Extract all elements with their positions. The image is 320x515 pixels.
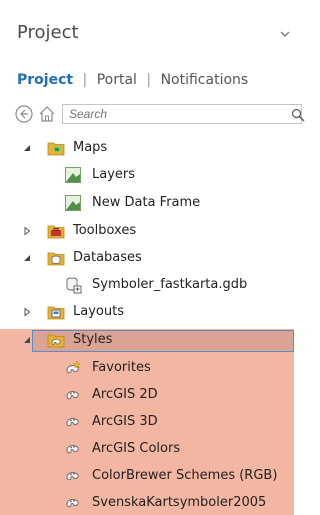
chevron-down-icon[interactable]: [280, 30, 290, 38]
geodatabase-icon: [66, 277, 82, 294]
panel-title: Project: [17, 22, 79, 43]
tree-item-label: Toolboxes: [73, 223, 137, 238]
expanded-triangle-icon[interactable]: [22, 143, 32, 153]
tab-separator: |: [82, 72, 88, 88]
tree-item-toolboxes[interactable]: Toolboxes: [0, 219, 294, 243]
tree-item-label: Styles: [73, 332, 113, 347]
database-folder-icon: [47, 252, 65, 266]
tree-item-colorbrewer[interactable]: ColorBrewer Schemes (RGB): [0, 464, 294, 488]
favorites-style-icon: [66, 360, 82, 374]
search-icon[interactable]: [291, 108, 305, 122]
style-palette-icon: [66, 391, 79, 400]
map-icon: [65, 167, 81, 183]
tree-item-maps[interactable]: Maps: [0, 136, 294, 160]
layouts-folder-icon: [47, 306, 65, 320]
collapsed-triangle-icon[interactable]: [22, 307, 32, 317]
tree-item-new-data-frame[interactable]: New Data Frame: [0, 191, 294, 215]
tree-item-label: ArcGIS Colors: [92, 441, 181, 456]
tree-item-styles[interactable]: Styles: [0, 328, 294, 352]
tree-item-label: ArcGIS 3D: [92, 414, 158, 429]
tree-item-layouts[interactable]: Layouts: [0, 300, 294, 324]
style-palette-icon: [66, 445, 79, 454]
styles-folder-icon: [47, 334, 65, 348]
tree-item-databases[interactable]: Databases: [0, 246, 294, 270]
style-palette-icon: [66, 499, 79, 508]
tree-item-label: Layouts: [73, 304, 124, 319]
tree-item-arcgis-2d[interactable]: ArcGIS 2D: [0, 383, 294, 407]
tree-item-arcgis-3d[interactable]: ArcGIS 3D: [0, 410, 294, 434]
tree-item-layers[interactable]: Layers: [0, 163, 294, 187]
back-arrow-icon[interactable]: [14, 104, 34, 124]
tree-item-geodatabase[interactable]: Symboler_fastkarta.gdb: [0, 273, 294, 297]
tab-notifications[interactable]: Notifications: [161, 72, 249, 88]
tree-item-label: Favorites: [92, 360, 151, 375]
expanded-triangle-icon[interactable]: [22, 335, 32, 345]
style-palette-icon: [66, 472, 79, 481]
tree-item-label: New Data Frame: [92, 195, 201, 210]
tree-item-label: Databases: [73, 250, 142, 265]
tab-portal[interactable]: Portal: [97, 72, 137, 88]
tree-item-label: ArcGIS 2D: [92, 387, 158, 402]
tree-item-label: Symboler_fastkarta.gdb: [92, 277, 248, 292]
tree-item-svenskakartsymboler[interactable]: SvenskaKartsymboler2005: [0, 491, 294, 515]
collapsed-triangle-icon[interactable]: [22, 226, 32, 236]
tab-separator: |: [146, 72, 152, 88]
expanded-triangle-icon[interactable]: [22, 253, 32, 263]
toolbox-folder-icon: [47, 225, 65, 239]
tree-item-label: Layers: [92, 167, 136, 182]
tree-item-label: ColorBrewer Schemes (RGB): [92, 468, 278, 483]
home-icon[interactable]: [37, 104, 57, 124]
search-row: [14, 104, 305, 126]
tree-item-arcgis-colors[interactable]: ArcGIS Colors: [0, 437, 294, 461]
map-icon: [65, 195, 81, 211]
tree-item-label: SvenskaKartsymboler2005: [92, 495, 267, 510]
tree-item-favorites[interactable]: Favorites: [0, 356, 294, 380]
tree-item-label: Maps: [73, 140, 108, 155]
search-input[interactable]: [63, 105, 301, 123]
search-box: [62, 104, 305, 124]
maps-folder-icon: [47, 142, 65, 156]
tab-project[interactable]: Project: [17, 72, 73, 88]
style-palette-icon: [66, 418, 79, 427]
tab-bar: Project | Portal | Notifications: [17, 72, 248, 88]
